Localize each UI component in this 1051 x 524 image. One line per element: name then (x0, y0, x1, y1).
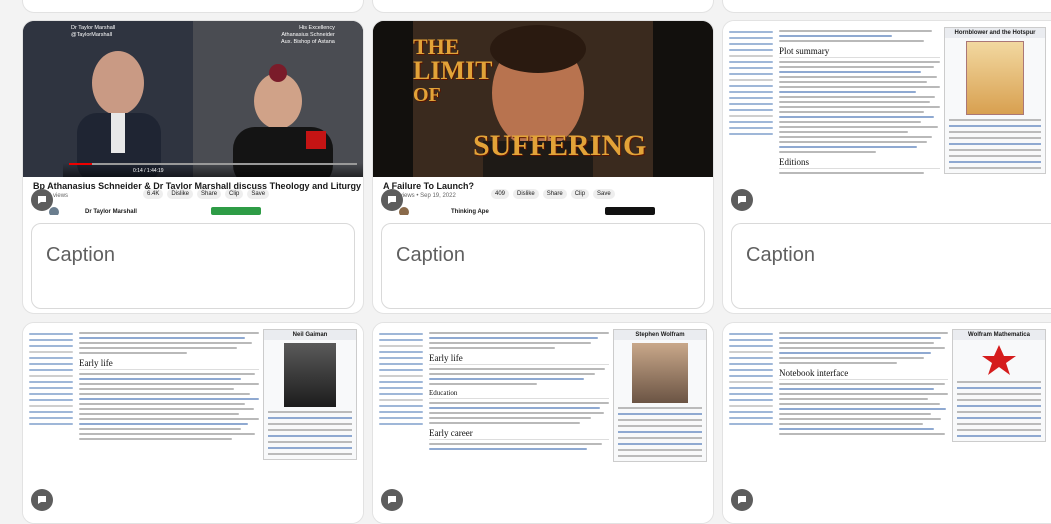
media-card[interactable]: Early life Neil Gaiman (22, 322, 364, 524)
video-frame[interactable]: Dr Taylor Marshall @TaylorMarshall His E… (23, 21, 363, 177)
webpage-thumbnail[interactable]: Early life Neil Gaiman (23, 323, 363, 523)
section-heading: Editions (779, 157, 940, 169)
speaker-tag: His Excellency Athanasius Schneider Aux.… (281, 25, 335, 45)
player-controls[interactable]: 0:14 / 1:44:19 (63, 163, 363, 177)
thumbnail-title-text: SUFFERING (473, 129, 647, 162)
channel-name: Dr Taylor Marshall (85, 209, 137, 215)
section-heading: Early career (429, 428, 609, 440)
subscribe-button[interactable] (605, 207, 655, 215)
wiki-page: Early life Neil Gaiman (23, 323, 363, 523)
infobox-title: Wolfram Mathematica (953, 330, 1045, 340)
dislike-button[interactable]: Dislike (167, 189, 194, 199)
wiki-page: Notebook interface Wolfram Mathematica (723, 323, 1051, 523)
share-button[interactable]: Share (542, 189, 567, 199)
wiki-infobox: Hornblower and the Hotspur (944, 27, 1046, 174)
wiki-page: Plot summary Editions Hornblower and the… (723, 21, 1051, 215)
video-actions: 409 Dislike Share Clip Save (491, 189, 615, 199)
video-actions: 6.4K Dislike Share Clip Save (143, 189, 270, 199)
caption-input[interactable]: Caption (731, 223, 1051, 309)
media-card[interactable]: Plot summary Editions Hornblower and the… (722, 20, 1051, 314)
section-heading: Early life (429, 353, 609, 365)
thumbnail-title-text: THE LIMIT OF (413, 34, 493, 107)
clip-button[interactable]: Clip (225, 189, 244, 199)
progress-bar[interactable] (69, 163, 357, 165)
previous-card[interactable] (722, 0, 1051, 13)
caption-input[interactable]: Caption (31, 223, 355, 309)
media-card[interactable]: THE LIMIT OF SUFFERING A Failure To Laun… (372, 20, 714, 314)
wiki-infobox: Stephen Wolfram (613, 329, 707, 462)
wiki-page: Early life Education Early career Stephe… (373, 323, 713, 523)
section-heading: Education (429, 389, 609, 399)
video-frame[interactable]: THE LIMIT OF SUFFERING (373, 21, 713, 177)
like-button[interactable]: 6.4K (143, 189, 164, 199)
save-button[interactable]: Save (247, 189, 270, 199)
subscribe-button[interactable] (211, 207, 261, 215)
wiki-sidebar (729, 27, 773, 215)
webpage-thumbnail[interactable]: Notebook interface Wolfram Mathematica (723, 323, 1051, 523)
previous-row (0, 0, 1051, 14)
wiki-infobox: Neil Gaiman (263, 329, 357, 460)
section-heading: Notebook interface (779, 368, 948, 380)
chat-icon[interactable] (31, 189, 53, 211)
clip-button[interactable]: Clip (570, 189, 590, 199)
channel-avatar (399, 207, 409, 215)
video-thumbnail[interactable]: THE LIMIT OF SUFFERING A Failure To Laun… (373, 21, 713, 215)
media-card[interactable]: Notebook interface Wolfram Mathematica (722, 322, 1051, 524)
section-heading: Early life (79, 358, 259, 370)
webpage-thumbnail[interactable]: Early life Education Early career Stephe… (373, 323, 713, 523)
chat-icon[interactable] (731, 189, 753, 211)
caption-placeholder: Caption (46, 244, 115, 266)
speaker-tag: Dr Taylor Marshall @TaylorMarshall (71, 25, 116, 38)
chat-icon[interactable] (381, 489, 403, 511)
video-time: 0:14 / 1:44:19 (133, 168, 164, 174)
channel-name: Thinking Ape (451, 209, 489, 215)
wiki-infobox: Wolfram Mathematica (952, 329, 1046, 442)
webpage-thumbnail[interactable]: Plot summary Editions Hornblower and the… (723, 21, 1051, 215)
media-card[interactable]: Early life Education Early career Stephe… (372, 322, 714, 524)
mathematica-logo-icon (982, 345, 1016, 375)
infobox-title: Stephen Wolfram (614, 330, 706, 340)
chat-icon[interactable] (31, 489, 53, 511)
like-button[interactable]: 409 (491, 189, 510, 199)
media-card[interactable]: Dr Taylor Marshall @TaylorMarshall His E… (22, 20, 364, 314)
video-thumbnail[interactable]: Dr Taylor Marshall @TaylorMarshall His E… (23, 21, 363, 215)
section-heading: Plot summary (779, 46, 940, 58)
dislike-button[interactable]: Dislike (513, 189, 539, 199)
book-cover-image (966, 41, 1024, 115)
share-button[interactable]: Share (197, 189, 222, 199)
caption-placeholder: Caption (396, 244, 465, 266)
caption-input[interactable]: Caption (381, 223, 705, 309)
previous-card[interactable] (372, 0, 714, 13)
portrait-image (632, 343, 688, 403)
caption-placeholder: Caption (746, 244, 815, 266)
previous-card[interactable] (22, 0, 364, 13)
channel-avatar (49, 207, 59, 215)
chat-icon[interactable] (731, 489, 753, 511)
save-button[interactable]: Save (593, 189, 615, 199)
portrait-image (284, 343, 336, 407)
infobox-title: Hornblower and the Hotspur (945, 28, 1045, 38)
chat-icon[interactable] (381, 189, 403, 211)
infobox-title: Neil Gaiman (264, 330, 356, 340)
